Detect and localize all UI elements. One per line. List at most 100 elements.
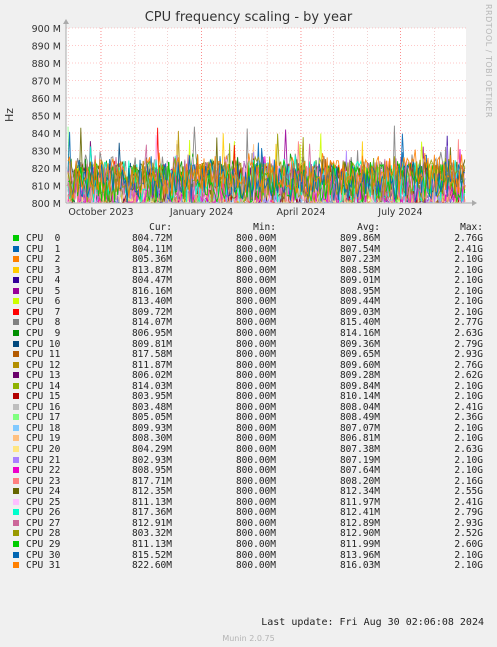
- legend-swatch: [13, 414, 19, 421]
- legend-swatch: [13, 446, 19, 452]
- legend-cur-value: 811.13M: [131, 538, 172, 550]
- legend-row: CPU 13 806.02M 800.00M 809.28M 2.62G: [0, 370, 497, 381]
- legend-min-value: 800.00M: [235, 444, 276, 455]
- legend-cur-value: 803.95M: [131, 391, 172, 403]
- legend-row: CPU 7 809.72M 800.00M 809.03M 2.10G: [0, 307, 497, 318]
- legend-series-name: CPU 8: [26, 317, 61, 329]
- legend-min-value: 800.00M: [235, 454, 276, 466]
- legend-series-name: CPU 23: [26, 475, 61, 487]
- legend-cur-value: 808.30M: [131, 433, 172, 445]
- legend-swatch: [13, 551, 19, 558]
- legend-swatch: [13, 456, 19, 463]
- legend-min-value: 800.00M: [235, 233, 276, 244]
- legend-min-value: 800.00M: [235, 359, 276, 371]
- legend-row: CPU 18 809.93M 800.00M 807.07M 2.10G: [0, 423, 497, 434]
- x-tick-labels: October 2023 January 2024 April 2024 July 2…: [68, 207, 422, 218]
- legend-series-name: CPU 9: [26, 327, 61, 339]
- legend-row: CPU 28 803.32M 800.00M 812.90M 2.52G: [0, 528, 497, 539]
- legend-series-name: CPU 20: [26, 444, 61, 455]
- legend-cur-value: 813.40M: [131, 296, 172, 308]
- legend-cur-value: 803.48M: [131, 401, 172, 413]
- legend-series-name: CPU 30: [26, 549, 61, 561]
- legend-series-name: CPU 10: [26, 338, 61, 350]
- legend-swatch: [13, 498, 19, 505]
- legend-swatch: [13, 235, 19, 241]
- legend-avg-value: 809.86M: [339, 233, 380, 244]
- legend-avg-value: 808.95M: [339, 285, 380, 297]
- legend-cur-value: 813.87M: [131, 264, 172, 276]
- legend-avg-value: 809.84M: [339, 380, 380, 392]
- legend-swatch: [13, 519, 19, 526]
- legend-cur-value: 804.29M: [131, 444, 172, 455]
- legend-max-value: 2.41G: [454, 496, 483, 508]
- legend-max-value: 2.10G: [454, 306, 483, 318]
- y-axis-label: Hz: [3, 108, 16, 122]
- legend-avg-value: 812.34M: [339, 486, 380, 498]
- legend-min-value: 800.00M: [235, 517, 276, 529]
- legend-max-value: 2.60G: [454, 538, 483, 550]
- legend-avg-value: 809.65M: [339, 349, 380, 361]
- legend-max-value: 2.79G: [454, 507, 483, 519]
- legend-min-value: 800.00M: [235, 465, 276, 477]
- legend-row: CPU 1 804.11M 800.00M 807.54M 2.41G: [0, 244, 497, 255]
- y-tick-labels: 800 M 810 M 820 M 830 M 840 M 850 M 860 M 870 M…: [32, 24, 61, 210]
- legend-max-value: 2.79G: [454, 338, 483, 350]
- legend-cur-value: 811.87M: [131, 359, 172, 371]
- legend-swatch: [13, 308, 19, 315]
- legend-series-name: CPU 11: [26, 349, 61, 361]
- legend-swatch: [13, 351, 19, 358]
- legend-row: CPU 15 803.95M 800.00M 810.14M 2.10G: [0, 391, 497, 402]
- legend-avg-value: 807.23M: [339, 254, 380, 266]
- legend-cur-value: 816.16M: [131, 285, 172, 297]
- legend-swatch: [13, 435, 19, 442]
- legend-min-value: 800.00M: [235, 528, 276, 540]
- legend-cur-value: 811.13M: [131, 496, 172, 508]
- legend-max-value: 2.10G: [454, 465, 483, 477]
- legend-row: CPU 29 811.13M 800.00M 811.99M 2.60G: [0, 539, 497, 550]
- legend-min-value: 800.00M: [235, 275, 276, 287]
- legend-max-value: 2.55G: [454, 486, 483, 498]
- y-tick-label: 830 M: [32, 147, 61, 158]
- legend-avg-value: 808.58M: [339, 264, 380, 276]
- legend-min-value: 800.00M: [235, 538, 276, 550]
- rrdtool-credit: RRDTOOL / TOBI OETIKER: [484, 4, 493, 119]
- legend-swatch: [13, 256, 19, 263]
- legend-min-value: 800.00M: [235, 243, 276, 255]
- legend-min-value: 800.00M: [235, 370, 276, 382]
- legend-row: CPU 22 808.95M 800.00M 807.64M 2.10G: [0, 465, 497, 476]
- legend-row: CPU 31 822.60M 800.00M 816.03M 2.10G: [0, 560, 497, 571]
- legend-swatch: [13, 287, 19, 294]
- chart-title: CPU frequency scaling - by year: [144, 10, 353, 25]
- legend-min-value: 800.00M: [235, 496, 276, 508]
- x-tick-label: January 2024: [169, 207, 233, 218]
- legend-min-value: 800.00M: [235, 549, 276, 561]
- legend-series-name: CPU 0: [26, 233, 61, 244]
- legend-series-name: CPU 29: [26, 538, 61, 550]
- legend-avg-value: 807.19M: [339, 454, 380, 466]
- legend-row: CPU 2 805.36M 800.00M 807.23M 2.10G: [0, 254, 497, 265]
- legend-avg-value: 810.14M: [339, 391, 380, 403]
- legend-max-value: 2.10G: [454, 422, 483, 434]
- legend-row: CPU 12 811.87M 800.00M 809.60M 2.76G: [0, 360, 497, 371]
- legend-max-value: 2.63G: [454, 327, 483, 339]
- legend-series-name: CPU 27: [26, 517, 61, 529]
- legend-min-value: 800.00M: [235, 327, 276, 339]
- legend-avg-value: 808.04M: [339, 401, 380, 413]
- y-tick-label: 860 M: [32, 94, 61, 105]
- legend-row: CPU 0 804.72M 800.00M 809.86M 2.76G: [0, 233, 497, 244]
- legend-swatch: [13, 298, 19, 305]
- legend-row: CPU 11 817.58M 800.00M 809.65M 2.93G: [0, 349, 497, 360]
- y-tick-label: 810 M: [32, 182, 61, 193]
- legend-avg-value: 813.96M: [339, 549, 380, 561]
- legend-max-value: 2.41G: [454, 401, 483, 413]
- legend-row: CPU 10 809.81M 800.00M 809.36M 2.79G: [0, 339, 497, 350]
- x-axis-arrow: [472, 200, 477, 206]
- legend-cur-value: 822.60M: [131, 560, 172, 572]
- legend-series-name: CPU 14: [26, 380, 61, 392]
- legend-series-name: CPU 25: [26, 496, 61, 508]
- legend-row: CPU 4 804.47M 800.00M 809.01M 2.10G: [0, 275, 497, 286]
- legend-cur-value: 806.02M: [131, 370, 172, 382]
- legend-max-value: 2.93G: [454, 517, 483, 529]
- legend-row: CPU 21 802.93M 800.00M 807.19M 2.10G: [0, 455, 497, 466]
- legend-avg-value: 809.01M: [339, 275, 380, 287]
